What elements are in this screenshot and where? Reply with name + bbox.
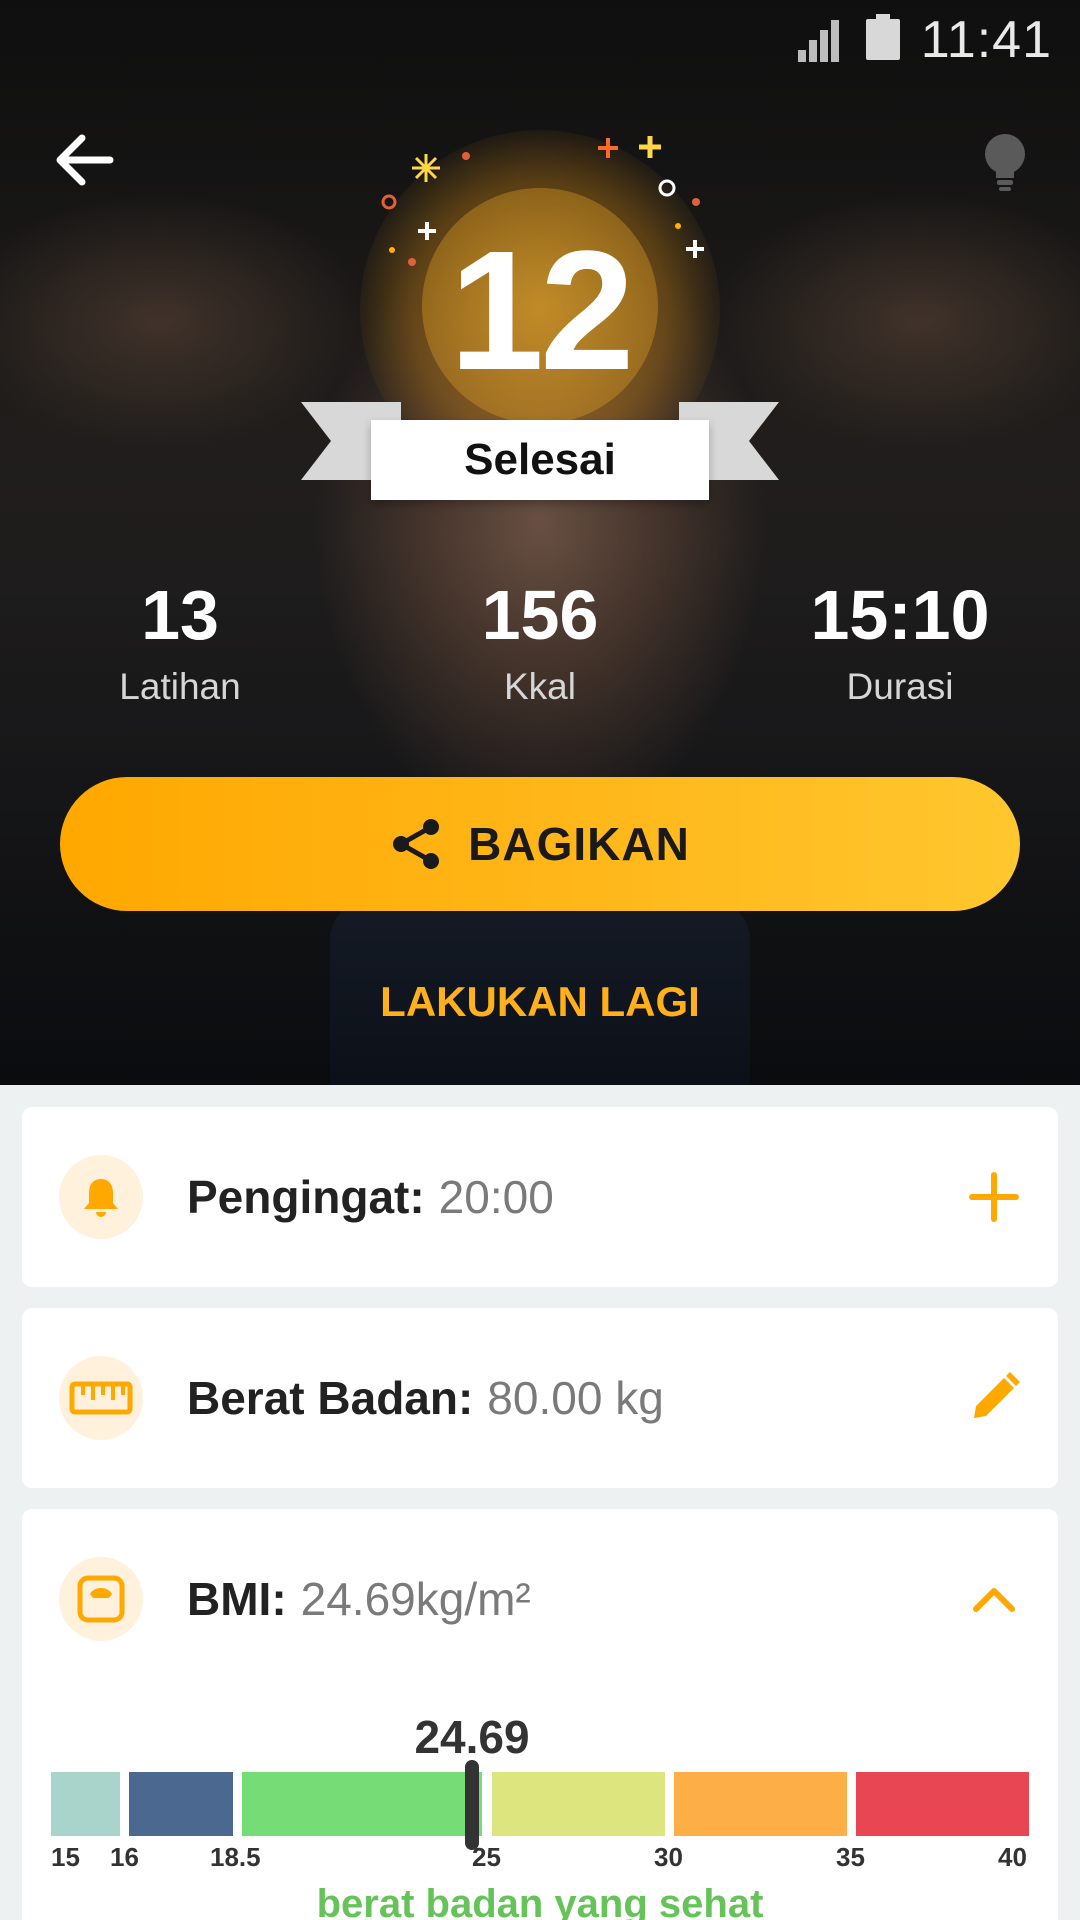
chevron-up-icon[interactable] bbox=[966, 1571, 1022, 1627]
bmi-tick: 15 bbox=[51, 1842, 80, 1872]
bmi-tick: 25 bbox=[472, 1842, 501, 1872]
plus-icon[interactable] bbox=[966, 1169, 1022, 1225]
reminder-label: Pengingat: bbox=[187, 1171, 425, 1223]
weight-label: Berat Badan: bbox=[187, 1372, 474, 1424]
completed-count: 12 bbox=[449, 216, 634, 406]
bmi-segment-overweight bbox=[492, 1772, 665, 1836]
bmi-status-text: berat badan yang sehat bbox=[316, 1882, 764, 1920]
bell-icon-badge bbox=[59, 1155, 143, 1239]
stat-duration: 15:10 Durasi bbox=[750, 570, 1050, 708]
bmi-text: BMI: 24.69kg/m² bbox=[187, 1572, 531, 1626]
stat-label: Latihan bbox=[119, 666, 241, 707]
scale-icon-badge bbox=[59, 1557, 143, 1641]
back-arrow-icon[interactable] bbox=[52, 128, 116, 192]
reminder-value: 20:00 bbox=[438, 1171, 554, 1223]
ruler-icon-badge bbox=[59, 1356, 143, 1440]
weight-text: Berat Badan: 80.00 kg bbox=[187, 1371, 664, 1425]
stat-label: Durasi bbox=[846, 666, 954, 707]
bmi-tick: 40 bbox=[998, 1842, 1027, 1872]
bmi-label: BMI: bbox=[187, 1573, 287, 1625]
bell-icon bbox=[84, 1179, 118, 1217]
workout-stats: 13 Latihan 156 Kkal 15:10 Durasi bbox=[0, 570, 1080, 720]
signal-icon bbox=[798, 20, 839, 62]
bmi-segment-obese bbox=[674, 1772, 847, 1836]
status-time: 11:41 bbox=[920, 11, 1052, 69]
completed-ribbon: Selesai bbox=[301, 400, 779, 504]
lightbulb-icon[interactable] bbox=[980, 132, 1030, 192]
bmi-indicator-value: 24.69 bbox=[414, 1711, 530, 1763]
bmi-segment-severely-obese bbox=[856, 1772, 1029, 1836]
status-bar: 11:41 bbox=[0, 0, 1080, 80]
pencil-icon[interactable] bbox=[966, 1370, 1022, 1426]
weight-value: 80.00 kg bbox=[487, 1372, 664, 1424]
bmi-tick: 18.5 bbox=[210, 1842, 261, 1872]
weight-card[interactable]: Berat Badan: 80.00 kg bbox=[22, 1308, 1058, 1488]
bmi-tick: 30 bbox=[654, 1842, 683, 1872]
bmi-tick: 35 bbox=[836, 1842, 865, 1872]
share-button[interactable]: BAGIKAN bbox=[60, 777, 1020, 911]
ruler-icon bbox=[69, 1381, 133, 1415]
bmi-tick: 16 bbox=[110, 1842, 139, 1872]
hero-section: 11:41 12 Selesai 13 Latihan 156 Kkal 15:… bbox=[0, 0, 1080, 1085]
stat-value: 13 bbox=[141, 576, 219, 654]
stat-label: Kkal bbox=[504, 666, 576, 707]
bmi-segment-healthy bbox=[242, 1772, 482, 1836]
share-icon bbox=[393, 819, 440, 869]
reminder-text: Pengingat: 20:00 bbox=[187, 1170, 554, 1224]
stat-exercises: 13 Latihan bbox=[30, 570, 330, 708]
stat-value: 156 bbox=[481, 576, 599, 654]
scale-icon bbox=[77, 1575, 125, 1623]
bmi-segment-underweight bbox=[129, 1772, 233, 1836]
bmi-segment-severely-underweight bbox=[51, 1772, 120, 1836]
share-label: BAGIKAN bbox=[468, 818, 690, 870]
bmi-value: 24.69kg/m² bbox=[300, 1573, 531, 1625]
stat-calories: 156 Kkal bbox=[390, 570, 690, 708]
reminder-card[interactable]: Pengingat: 20:00 bbox=[22, 1107, 1058, 1287]
stat-value: 15:10 bbox=[810, 576, 990, 654]
bmi-indicator-marker bbox=[465, 1760, 479, 1850]
battery-icon bbox=[866, 14, 900, 60]
do-again-button[interactable]: LAKUKAN LAGI bbox=[290, 978, 790, 1044]
completed-label: Selesai bbox=[464, 435, 616, 484]
